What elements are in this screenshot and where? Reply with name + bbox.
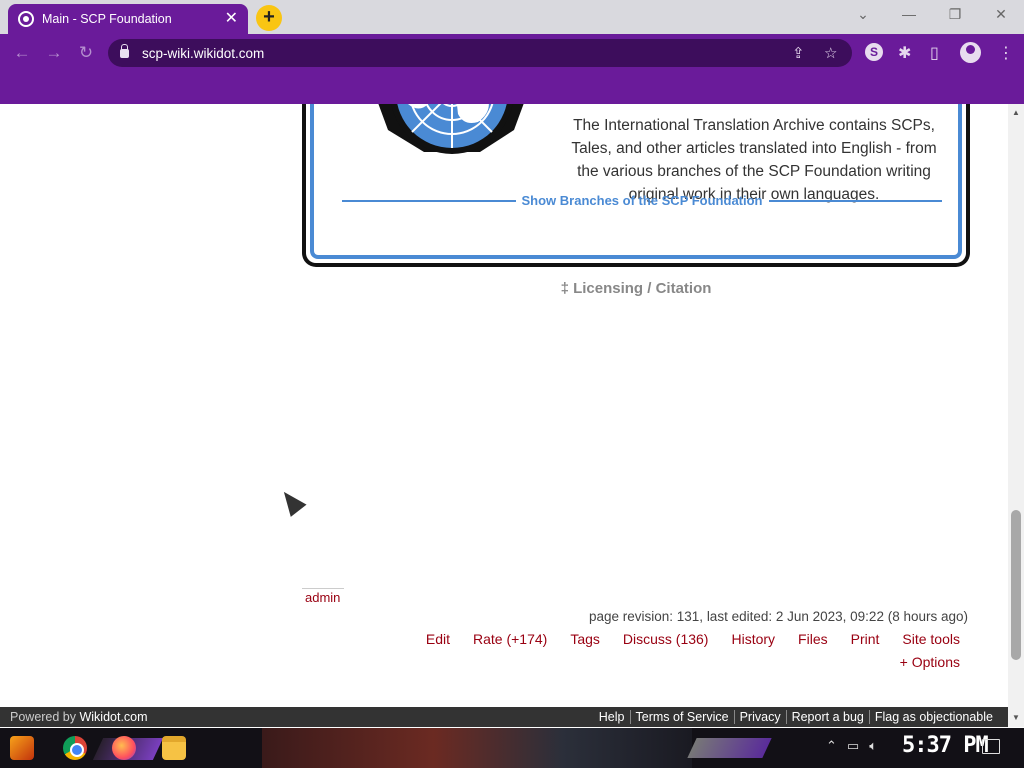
- profile-avatar-icon[interactable]: [960, 42, 981, 63]
- licensing-citation-link[interactable]: ‡ Licensing / Citation: [302, 280, 970, 297]
- files-button[interactable]: Files: [798, 631, 828, 647]
- wikidot-footer: Powered by Wikidot.com Help Terms of Ser…: [0, 707, 1008, 727]
- tab-strip: Main - SCP Foundation ✕ + ⌄ — ❐ ✕: [0, 0, 1024, 34]
- history-button[interactable]: History: [731, 631, 775, 647]
- translation-archive-inner: The International Translation Archive co…: [310, 104, 962, 259]
- taskbar-clock[interactable]: 5:37 PM: [902, 733, 989, 758]
- network-icon[interactable]: ▭: [847, 738, 859, 754]
- scroll-down-icon[interactable]: ▼: [1008, 711, 1024, 725]
- rate-button[interactable]: Rate (+174): [473, 631, 547, 647]
- powered-by-label: Powered by: [10, 710, 80, 724]
- back-arrow-icon[interactable]: ←: [12, 43, 32, 63]
- edit-button[interactable]: Edit: [426, 631, 450, 647]
- tab-title: Main - SCP Foundation: [42, 12, 172, 26]
- scp-favicon-icon: [18, 11, 34, 27]
- side-panel-icon[interactable]: ▯: [930, 43, 939, 63]
- taskbar-wallpaper-art: [262, 728, 692, 768]
- close-window-button[interactable]: ✕: [986, 6, 1016, 23]
- taskbar-accent-band: [687, 738, 772, 758]
- translation-archive-box: The International Translation Archive co…: [302, 104, 970, 267]
- system-tray: ⌃ ▭ 🔈︎: [826, 738, 877, 754]
- footer-links: Help Terms of Service Privacy Report a b…: [594, 710, 998, 724]
- divider-right: [768, 199, 942, 202]
- file-explorer-taskbar-icon[interactable]: [162, 736, 186, 760]
- browser-toolbar: ← → ↻ scp-wiki.wikidot.com ⇪ ☆ S ✱ ▯ ⋮: [0, 34, 1024, 72]
- mouse-cursor-icon: [276, 485, 307, 517]
- help-link[interactable]: Help: [594, 710, 630, 724]
- branches-toggle[interactable]: Show Branches of the SCP Foundation: [342, 193, 942, 208]
- powered-by: Powered by Wikidot.com: [10, 710, 148, 724]
- tray-chevron-icon[interactable]: ⌃: [826, 738, 837, 754]
- show-branches-link[interactable]: Show Branches of the SCP Foundation: [516, 193, 769, 208]
- discuss-button[interactable]: Discuss (136): [623, 631, 709, 647]
- page-revision-info: page revision: 131, last edited: 2 Jun 2…: [588, 609, 968, 624]
- author-separator: [302, 588, 344, 589]
- address-bar[interactable]: scp-wiki.wikidot.com ⇪ ☆: [108, 39, 852, 67]
- url-text[interactable]: scp-wiki.wikidot.com: [142, 46, 264, 61]
- vertical-scrollbar[interactable]: ▲ ▼: [1008, 104, 1024, 727]
- minimize-button[interactable]: —: [894, 6, 924, 22]
- restore-button[interactable]: ❐: [940, 6, 970, 23]
- share-icon[interactable]: ⇪: [792, 44, 805, 62]
- print-button[interactable]: Print: [851, 631, 880, 647]
- bookmark-star-icon[interactable]: ☆: [824, 44, 837, 62]
- wikidot-link[interactable]: Wikidot.com: [79, 710, 147, 724]
- lock-icon[interactable]: [120, 43, 129, 58]
- tab-main[interactable]: Main - SCP Foundation ✕: [8, 4, 248, 34]
- international-globe-logo: [378, 104, 524, 154]
- options-button[interactable]: + Options: [900, 654, 960, 670]
- extension-s-icon[interactable]: S: [865, 43, 883, 61]
- author-link[interactable]: admin: [305, 590, 340, 605]
- scroll-up-icon[interactable]: ▲: [1008, 106, 1024, 120]
- new-tab-button[interactable]: +: [256, 5, 282, 31]
- menu-kebab-icon[interactable]: ⋮: [998, 43, 1014, 63]
- notification-center-icon[interactable]: [982, 739, 1000, 754]
- tags-button[interactable]: Tags: [570, 631, 600, 647]
- terms-of-service-link[interactable]: Terms of Service: [629, 710, 734, 724]
- forward-arrow-icon[interactable]: →: [44, 43, 64, 63]
- privacy-link[interactable]: Privacy: [733, 710, 786, 724]
- tab-search-icon[interactable]: ⌄: [848, 6, 878, 23]
- site-tools-button[interactable]: Site tools: [902, 631, 960, 647]
- close-tab-icon[interactable]: ✕: [225, 11, 238, 27]
- windows-taskbar: ⌃ ▭ 🔈︎ 5:37 PM: [0, 728, 1024, 768]
- volume-icon[interactable]: 🔈︎: [869, 738, 877, 754]
- scrollbar-thumb[interactable]: [1011, 510, 1021, 660]
- page-content: The International Translation Archive co…: [0, 104, 1008, 707]
- page-actions-bar: Edit Rate (+174) Tags Discuss (136) Hist…: [426, 631, 960, 647]
- divider-left: [342, 199, 516, 202]
- flag-objectionable-link[interactable]: Flag as objectionable: [868, 710, 998, 724]
- site-header-strip: [0, 72, 1024, 104]
- start-button-icon[interactable]: [10, 736, 34, 760]
- report-bug-link[interactable]: Report a bug: [785, 710, 869, 724]
- reload-icon[interactable]: ↻: [76, 43, 96, 63]
- firefox-taskbar-icon[interactable]: [112, 736, 136, 760]
- extensions-puzzle-icon[interactable]: ✱: [898, 43, 911, 63]
- chrome-taskbar-icon[interactable]: [63, 736, 87, 760]
